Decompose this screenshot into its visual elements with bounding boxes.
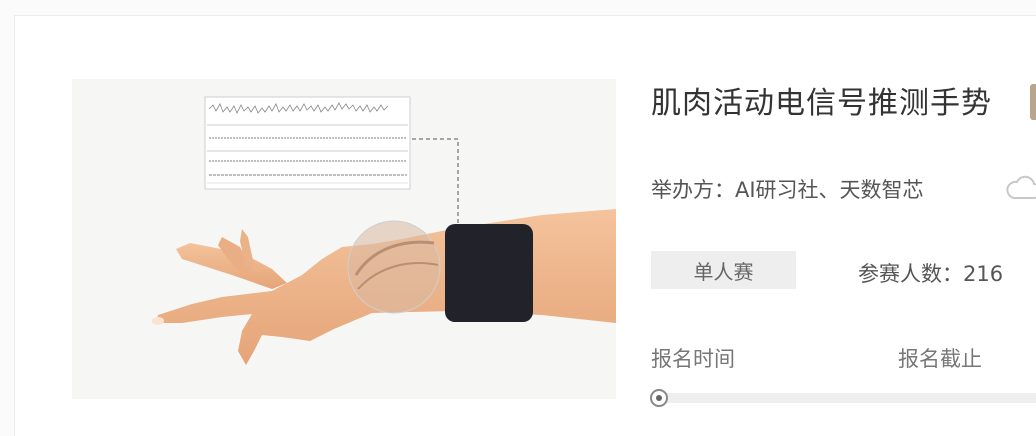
- organizer-line: 举办方：AI研习社、天数智芯: [651, 174, 924, 204]
- organizer-names: AI研习社、天数智芯: [735, 178, 924, 202]
- cloud-icon: [1006, 175, 1036, 199]
- registration-progress-marker: [650, 389, 668, 407]
- registration-time-label: 报名时间: [651, 347, 735, 371]
- participants-number: 216: [963, 262, 1004, 286]
- emg-signal-chart: [204, 96, 411, 190]
- organizer-label: 举办方：: [651, 178, 735, 202]
- participants-label: 参赛人数：: [858, 262, 963, 286]
- armband: [445, 224, 533, 322]
- registration-progress-track: [660, 393, 1036, 403]
- registration-deadline-label: 报名截止: [898, 347, 982, 371]
- title-tag: [1030, 84, 1036, 120]
- competition-title[interactable]: 肌肉活动电信号推测手势: [651, 78, 992, 122]
- participants-count: 参赛人数：216: [858, 258, 1003, 288]
- competition-mode-badge: 单人赛: [651, 251, 796, 289]
- muscle-zoom-circle: [347, 220, 441, 314]
- competition-cover-image[interactable]: [72, 79, 616, 399]
